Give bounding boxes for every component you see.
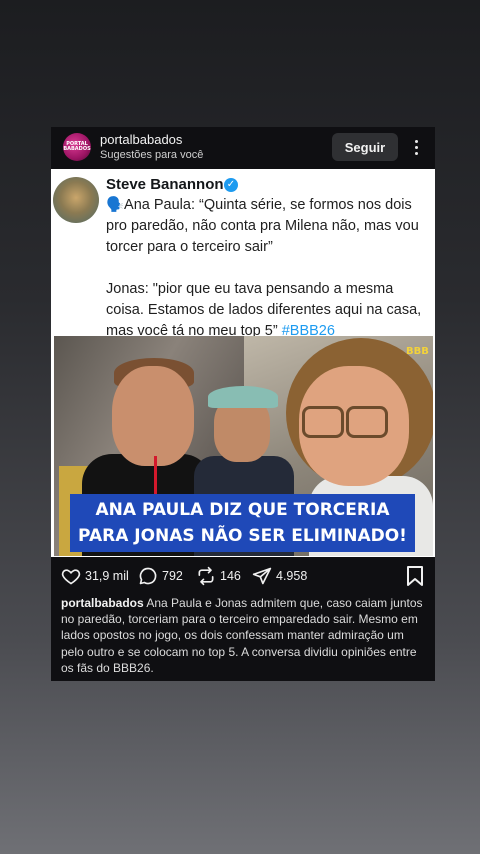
comment-icon [139, 567, 157, 585]
post-card: PORTAL BABADOS portalbabados Sugestões p… [51, 127, 435, 681]
share-count: 4.958 [276, 569, 308, 583]
profile-avatar[interactable]: PORTAL BABADOS [63, 133, 91, 161]
bookmark-icon[interactable] [406, 565, 424, 587]
tweet-author-name: Steve Banannon [106, 176, 224, 193]
tweet-text-line-2-body: Jonas: "pior que eu tava pensando a mesm… [106, 281, 422, 339]
headline-banner: ANA PAULA DIZ QUE TORCERIA PARA JONAS NÃ… [70, 494, 415, 552]
bbb-watermark: BBB [406, 346, 429, 357]
post-actions: 31,9 mil 792 146 4.958 [51, 557, 435, 595]
suggestion-label: Sugestões para você [100, 149, 204, 161]
tweet-screenshot[interactable]: Steve Banannon ✓ 🗣️Ana Paula: “Quinta sé… [51, 169, 435, 557]
send-icon [252, 567, 272, 585]
post-caption: portalbabados Ana Paula e Jonas admitem … [61, 595, 425, 676]
tweet-photo: BBB ANA PAULA DIZ QUE TORCERIA PARA JONA… [54, 336, 433, 556]
like-button[interactable]: 31,9 mil [61, 566, 129, 586]
share-button[interactable]: 4.958 [252, 566, 307, 586]
avatar-logo-text: PORTAL BABADOS [63, 141, 91, 152]
tweet-text-line-2: Jonas: "pior que eu tava pensando a mesm… [106, 279, 428, 342]
tweet-text: 🗣️Ana Paula: “Quinta série, se formos no… [106, 195, 428, 342]
follow-button[interactable]: Seguir [332, 133, 398, 161]
more-vertical-icon[interactable] [408, 137, 424, 159]
headline-text: ANA PAULA DIZ QUE TORCERIA PARA JONAS NÃ… [78, 500, 407, 546]
post-username[interactable]: portalbabados [100, 132, 182, 147]
caption-username[interactable]: portalbabados [61, 596, 144, 610]
post-header: PORTAL BABADOS portalbabados Sugestões p… [51, 127, 435, 169]
like-count: 31,9 mil [85, 569, 129, 583]
comment-button[interactable]: 792 [138, 566, 183, 586]
tweet-author-avatar [53, 177, 99, 223]
heart-icon [61, 569, 81, 585]
repost-button[interactable]: 146 [196, 566, 241, 586]
repost-count: 146 [220, 569, 241, 583]
repost-icon [198, 566, 214, 586]
tweet-text-line-1: 🗣️Ana Paula: “Quinta série, se formos no… [106, 197, 419, 255]
comment-count: 792 [162, 569, 183, 583]
verified-check-icon: ✓ [224, 178, 238, 192]
